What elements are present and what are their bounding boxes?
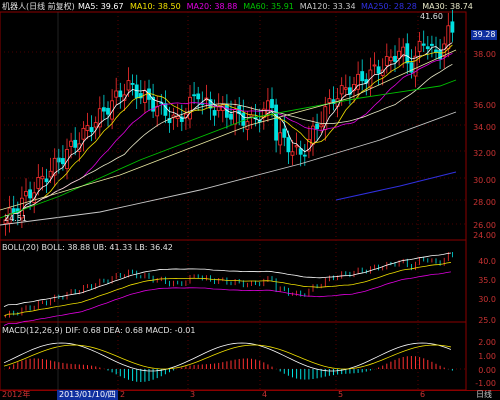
candle-body — [319, 124, 324, 128]
candle-body — [343, 87, 348, 90]
candle-body — [372, 64, 377, 67]
candle-body — [278, 132, 283, 146]
high-price-marker: 41.60 — [420, 12, 443, 21]
year-label: 2012年 — [2, 390, 31, 399]
candle-body — [130, 83, 135, 85]
candle-body — [339, 85, 344, 95]
candle-body — [270, 99, 274, 109]
price-tick-label: 34.00 — [473, 123, 496, 132]
candle-body — [429, 43, 434, 46]
candle-body — [421, 43, 426, 46]
ma250-line — [335, 171, 457, 201]
candle-body — [376, 66, 381, 74]
candle-body — [397, 50, 402, 59]
price-tick-label: 28.00 — [473, 198, 496, 207]
candle-body — [282, 128, 287, 138]
candle-body — [315, 123, 320, 130]
boll-tick-label: 40.0 — [478, 257, 496, 266]
candle-body — [294, 145, 299, 148]
candle-body — [36, 177, 41, 189]
low-price-marker: 24.51 — [4, 214, 27, 223]
candle-body — [28, 189, 33, 199]
candle-body — [89, 127, 94, 133]
candle-body — [417, 41, 422, 52]
month-tick: 6 — [420, 390, 426, 399]
candle-body — [450, 21, 455, 33]
candle-body — [434, 49, 438, 53]
price-tick-label: 26.00 — [473, 221, 496, 230]
candle-body — [106, 107, 110, 115]
month-tick: 5 — [338, 390, 344, 399]
candlestick-chart[interactable] — [0, 0, 500, 400]
cursor-date-label: 2013/01/10/四 — [57, 390, 118, 400]
macd-tick-label: 0.00 — [478, 366, 496, 375]
ma10-line — [5, 44, 453, 221]
candle-body — [196, 93, 201, 100]
month-tick: 2 — [120, 390, 126, 399]
candle-body — [69, 140, 73, 147]
candle-body — [384, 56, 389, 66]
candle-body — [93, 122, 98, 128]
macd-tick-label: 2.00 — [478, 338, 496, 347]
candle-body — [360, 71, 365, 82]
ma60-line — [0, 79, 457, 219]
last-price-tag: 39.28 — [471, 30, 497, 40]
price-tick-label: 24.00 — [473, 231, 496, 240]
stock-chart-window: 机器人(日线 前复权) MA5: 39.67 MA10: 38.50 MA20: 3… — [0, 0, 500, 400]
candle-body — [114, 90, 119, 98]
macd-header: MACD(12,26,9) DIF: 0.68 DEA: 0.68 MACD: … — [2, 326, 196, 335]
ma5-line — [5, 42, 453, 221]
candle-body — [212, 110, 217, 116]
candle-body — [327, 98, 332, 103]
candle-body — [302, 154, 307, 157]
candle-body — [81, 127, 86, 140]
price-tick-label: 38.00 — [473, 50, 496, 59]
candle-body — [142, 90, 147, 103]
candle-body — [44, 178, 49, 183]
boll-tick-label: 30.0 — [478, 295, 496, 304]
candle-body — [85, 125, 90, 131]
candle-body — [405, 43, 410, 64]
candle-body — [229, 113, 233, 120]
candle-body — [48, 170, 53, 178]
candle-body — [425, 46, 430, 50]
boll-upper-line — [3, 252, 451, 307]
candle-body — [40, 175, 45, 180]
boll-tick-label: 35.0 — [478, 276, 496, 285]
candle-body — [265, 100, 270, 114]
candle-body — [241, 112, 246, 126]
candle-body — [413, 55, 418, 77]
price-panel-frame — [0, 11, 467, 241]
candle-body — [388, 56, 393, 62]
candle-body — [73, 139, 78, 148]
price-tick-label: 30.00 — [473, 176, 496, 185]
macd-tick-label: 1.00 — [478, 352, 496, 361]
candle-body — [286, 137, 291, 153]
candle-body — [118, 90, 123, 98]
candle-body — [61, 158, 65, 165]
month-tick: 4 — [262, 390, 268, 399]
candle-body — [24, 191, 28, 197]
candle-body — [188, 96, 192, 120]
candle-body — [192, 94, 197, 97]
candle-body — [290, 151, 295, 156]
price-tick-label: 32.00 — [473, 149, 496, 158]
period-mode-label[interactable]: 日线 — [476, 390, 492, 400]
candle-body — [134, 84, 139, 99]
boll-lower-line — [3, 271, 451, 326]
ma20-line — [5, 52, 453, 221]
candle-body — [175, 116, 180, 119]
price-tick-label: 36.00 — [473, 101, 496, 110]
month-tick: 3 — [190, 390, 196, 399]
boll-header: BOLL(20) BOLL: 38.88 UB: 41.33 LB: 36.42 — [2, 243, 173, 252]
candle-body — [274, 104, 279, 141]
candle-body — [393, 55, 397, 62]
candle-body — [126, 80, 131, 91]
boll-tick-label: 25.0 — [478, 316, 496, 325]
candle-body — [102, 107, 106, 112]
macd-tick-label: -1.00 — [475, 379, 496, 388]
